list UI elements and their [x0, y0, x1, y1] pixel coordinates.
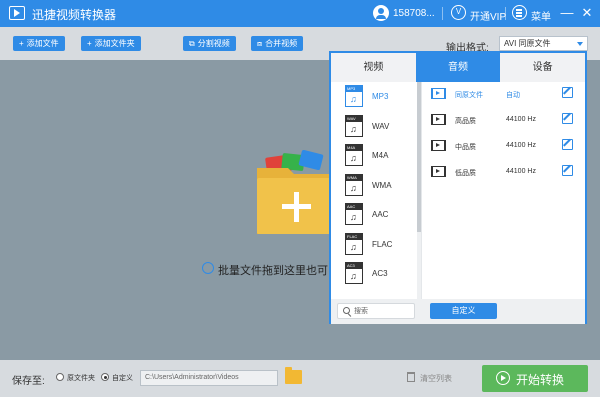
vip-icon[interactable]: V — [451, 5, 466, 20]
quality-name: 中品质 — [455, 144, 476, 151]
close-button[interactable]: ✕ — [578, 4, 596, 22]
format-search-input[interactable] — [354, 305, 412, 317]
open-vip-link[interactable]: 开通VIP — [470, 8, 506, 23]
user-name[interactable]: 158708... — [393, 8, 435, 19]
quality-name: 低品质 — [455, 170, 476, 177]
format-search-box[interactable] — [337, 303, 415, 319]
title-bar: 迅捷视频转换器 158708... V 开通VIP 菜单 — ✕ — [0, 0, 600, 27]
original-folder-label[interactable]: 原文件夹 — [67, 373, 95, 383]
format-item-m4a[interactable]: M4A ♫ M4A — [331, 141, 417, 170]
merge-video-button[interactable]: ⧈ 合并视频 — [251, 36, 304, 51]
edit-icon[interactable] — [562, 165, 573, 176]
quality-row[interactable]: 同原文件 自动 — [422, 82, 586, 108]
quality-rate: 自动 — [506, 92, 520, 99]
format-list: MP3 ♫ MP3 WAV ♫ WAV M4A ♫ M4A WMA ♫ WMA AAC ♫… — [331, 82, 417, 299]
folder-icon[interactable] — [285, 367, 302, 384]
custom-folder-label[interactable]: 自定义 — [112, 373, 133, 383]
video-play-icon — [431, 166, 446, 177]
quality-row[interactable]: 低品质 44100 Hz — [422, 160, 586, 186]
save-to-label: 保存至: — [12, 376, 45, 387]
tab-video[interactable]: 视频 — [331, 53, 416, 82]
output-format-select[interactable]: AVI 同原文件 — [499, 36, 588, 51]
audio-file-icon: AC3 ♫ — [345, 262, 363, 284]
app-logo-icon — [9, 6, 25, 20]
tab-device[interactable]: 设备 — [500, 53, 586, 82]
output-path-field[interactable]: C:\Users\Administrator\Videos — [140, 370, 278, 386]
format-name: AAC — [372, 210, 389, 219]
edit-icon[interactable] — [562, 87, 573, 98]
video-play-icon — [431, 114, 446, 125]
quality-rate: 44100 Hz — [506, 116, 536, 123]
merge-video-label: 合并视频 — [265, 39, 298, 48]
plus-icon: + — [19, 39, 24, 48]
audio-file-icon: M4A ♫ — [345, 144, 363, 166]
format-item-wma[interactable]: WMA ♫ WMA — [331, 171, 417, 200]
bottom-bar: 保存至: 原文件夹 自定义 C:\Users\Administrator\Vid… — [0, 360, 600, 397]
video-play-icon — [431, 88, 446, 99]
format-tabs: 视频 音频 设备 — [331, 53, 586, 82]
tab-audio[interactable]: 音频 — [415, 53, 501, 82]
divider — [442, 7, 443, 20]
drop-hint-text: 批量文件拖到这里也可 — [218, 265, 328, 277]
menu-icon[interactable] — [512, 5, 527, 20]
user-avatar-icon[interactable] — [373, 5, 389, 21]
quality-rate: 44100 Hz — [506, 168, 536, 175]
add-folder-button[interactable]: + 添加文件夹 — [81, 36, 141, 51]
edit-icon[interactable] — [562, 113, 573, 124]
app-title: 迅捷视频转换器 — [32, 8, 117, 22]
format-item-flac[interactable]: FLAC ♫ FLAC — [331, 230, 417, 259]
play-circle-icon — [496, 371, 510, 385]
format-name: WMA — [372, 181, 392, 190]
menu-button[interactable]: 菜单 — [531, 8, 551, 23]
format-name: AC3 — [372, 269, 388, 278]
format-panel-footer: 自定义 — [331, 299, 585, 324]
audio-file-icon: FLAC ♫ — [345, 233, 363, 255]
quality-name: 高品质 — [455, 118, 476, 125]
audio-file-icon: WMA ♫ — [345, 174, 363, 196]
format-dropdown-panel: 视频 音频 设备 MP3 ♫ MP3 WAV ♫ WAV M4A ♫ M4A WMA ♫… — [329, 51, 587, 324]
add-folder-label: 添加文件夹 — [94, 39, 135, 48]
format-name: FLAC — [372, 240, 393, 249]
start-convert-button[interactable]: 开始转换 — [482, 365, 588, 392]
chevron-down-icon — [577, 42, 583, 46]
search-icon — [343, 307, 350, 314]
output-format-value: AVI 同原文件 — [504, 39, 551, 48]
video-play-icon — [431, 140, 446, 151]
format-name: M4A — [372, 151, 389, 160]
divider — [505, 7, 506, 20]
quality-list: 同原文件 自动 高品质 44100 Hz 中品质 44100 Hz 低品质 44… — [421, 82, 585, 299]
format-item-mp3[interactable]: MP3 ♫ MP3 — [331, 82, 417, 111]
audio-file-icon: WAV ♫ — [345, 115, 363, 137]
quality-row[interactable]: 高品质 44100 Hz — [422, 108, 586, 134]
split-video-button[interactable]: ⧉ 分割视频 — [183, 36, 236, 51]
format-item-wav[interactable]: WAV ♫ WAV — [331, 112, 417, 141]
add-file-button[interactable]: + 添加文件 — [13, 36, 65, 51]
quality-rate: 44100 Hz — [506, 142, 536, 149]
split-icon: ⧉ — [189, 39, 195, 48]
edit-icon[interactable] — [562, 139, 573, 150]
audio-file-icon: AAC ♫ — [345, 203, 363, 225]
custom-folder-radio[interactable] — [101, 373, 109, 381]
plus-icon: + — [87, 39, 92, 48]
quality-name: 同原文件 — [455, 92, 483, 99]
quality-row[interactable]: 中品质 44100 Hz — [422, 134, 586, 160]
audio-file-icon: MP3 ♫ — [345, 85, 363, 107]
minimize-button[interactable]: — — [558, 4, 576, 22]
split-video-label: 分割视频 — [197, 39, 230, 48]
trash-icon[interactable] — [407, 372, 415, 382]
format-name: WAV — [372, 122, 390, 131]
start-convert-label: 开始转换 — [516, 373, 565, 387]
original-folder-radio[interactable] — [56, 373, 64, 381]
merge-icon: ⧈ — [257, 39, 263, 48]
format-name: MP3 — [372, 92, 389, 101]
smiley-icon — [202, 262, 214, 274]
format-item-ac3[interactable]: AC3 ♫ AC3 — [331, 259, 417, 288]
custom-format-button[interactable]: 自定义 — [430, 303, 497, 319]
add-file-label: 添加文件 — [26, 39, 59, 48]
format-item-aac[interactable]: AAC ♫ AAC — [331, 200, 417, 229]
clear-list-button[interactable]: 清空列表 — [420, 373, 452, 384]
